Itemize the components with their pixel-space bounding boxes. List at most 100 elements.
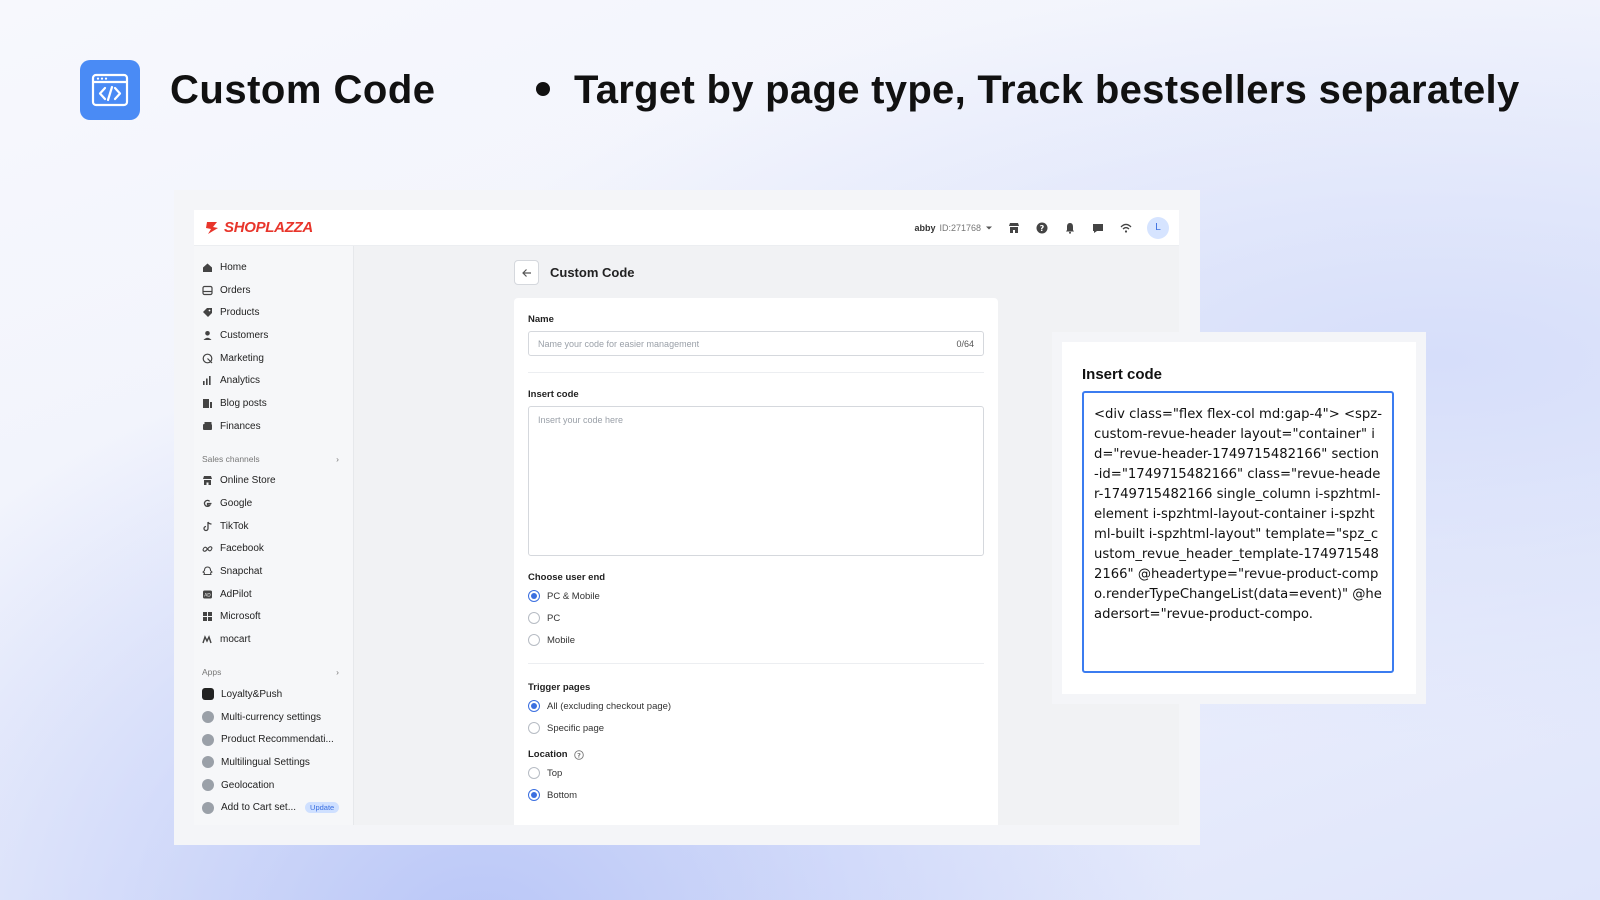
back-button[interactable] <box>514 260 539 285</box>
sidebar-item-loyalty-push[interactable]: Loyalty&Push <box>194 683 353 706</box>
home-icon <box>202 262 213 273</box>
sidebar-item-blog-posts[interactable]: Blog posts <box>194 392 353 415</box>
sidebar-item-facebook[interactable]: Facebook <box>194 538 353 561</box>
sales-channels-header[interactable]: Sales channels › <box>194 448 353 470</box>
sidebar-item-tiktok[interactable]: TikTok <box>194 515 353 538</box>
sidebar-item-multi-currency-settings[interactable]: Multi-currency settings <box>194 706 353 729</box>
radio-button[interactable] <box>528 612 540 624</box>
radio-label: PC <box>547 612 561 624</box>
sidebar-item-multilingual-settings[interactable]: Multilingual Settings <box>194 751 353 774</box>
name-counter: 0/64 <box>956 338 974 349</box>
top-bar: SHOPLAZZA abby ID:271768 ? L <box>194 210 1179 246</box>
snapchat-icon <box>202 566 213 577</box>
bullet-dot <box>536 82 550 96</box>
sidebar-item-orders[interactable]: Orders <box>194 279 353 302</box>
sidebar-item-geolocation[interactable]: Geolocation <box>194 774 353 797</box>
store-icon <box>202 475 213 486</box>
wifi-icon[interactable] <box>1119 221 1133 235</box>
help-icon[interactable]: ? <box>1035 221 1049 235</box>
shoplazza-logo-icon <box>206 221 218 234</box>
trigger-option-all-excluding-checkout-page[interactable]: All (excluding checkout page) <box>528 695 984 717</box>
location-label: Location <box>528 749 568 760</box>
chevron-right-icon: › <box>336 667 339 677</box>
bell-icon[interactable] <box>1063 221 1077 235</box>
meta-icon <box>202 543 213 554</box>
sidebar-item-label: Customers <box>220 329 269 341</box>
update-badge: Update <box>305 802 340 814</box>
sidebar-item-google[interactable]: Google <box>194 492 353 515</box>
apps-header[interactable]: Apps › <box>194 661 353 683</box>
sidebar-item-home[interactable]: Home <box>194 256 353 279</box>
radio-label: Bottom <box>547 789 578 801</box>
user-end-option-mobile[interactable]: Mobile <box>528 629 984 651</box>
tiktok-icon <box>202 521 213 532</box>
sidebar-item-label: Online Store <box>220 475 276 487</box>
sidebar-item-label: Products <box>220 307 260 319</box>
sidebar-item-product-recommendati[interactable]: Product Recommendati... <box>194 728 353 751</box>
message-icon[interactable] <box>1091 221 1105 235</box>
svg-text:?: ? <box>577 751 581 759</box>
person-icon <box>202 330 213 341</box>
admin-screenshot-frame: SHOPLAZZA abby ID:271768 ? L Home Orders… <box>174 190 1200 845</box>
sidebar-item-adpilot[interactable]: AD AdPilot <box>194 583 353 606</box>
app-icon <box>202 711 214 724</box>
adpilot-icon: AD <box>202 589 213 600</box>
sidebar-item-label: Google <box>220 498 253 510</box>
radio-label: Specific page <box>547 722 605 734</box>
sidebar-item-snapchat[interactable]: Snapchat <box>194 560 353 583</box>
sidebar-item-analytics[interactable]: Analytics <box>194 369 353 392</box>
orders-icon <box>202 285 213 296</box>
user-end-option-pc[interactable]: PC <box>528 607 984 629</box>
code-input[interactable]: <div class="flex flex-col md:gap-4"> <sp… <box>1082 391 1394 673</box>
insert-code-popout: Insert code <div class="flex flex-col md… <box>1052 332 1426 704</box>
app-icon <box>202 688 214 701</box>
chevron-right-icon: › <box>336 453 339 464</box>
trigger-pages-label: Trigger pages <box>528 682 591 693</box>
store-switcher[interactable]: abby ID:271768 <box>914 223 993 233</box>
sidebar-item-mocart[interactable]: mocart <box>194 628 353 651</box>
sidebar-item-label: Facebook <box>220 543 264 555</box>
sales-channels-title: Sales channels <box>202 453 260 464</box>
sidebar-item-marketing[interactable]: Marketing <box>194 347 353 370</box>
sidebar-item-microsoft[interactable]: Microsoft <box>194 606 353 629</box>
radio-button[interactable] <box>528 634 540 646</box>
sidebar-item-finances[interactable]: Finances <box>194 415 353 438</box>
name-label: Name <box>528 314 554 325</box>
app-icon <box>202 801 214 814</box>
sidebar-item-label: Microsoft <box>220 611 261 623</box>
logo-text: SHOPLAZZA <box>224 219 313 236</box>
radio-button[interactable] <box>528 590 540 602</box>
sidebar-item-label: Marketing <box>220 352 264 364</box>
help-circle-icon[interactable]: ? <box>573 749 584 760</box>
sidebar-item-add-to-cart-set[interactable]: Add to Cart set... Update <box>194 796 353 819</box>
arrow-left-icon <box>521 268 531 277</box>
microsoft-icon <box>202 611 213 622</box>
radio-button[interactable] <box>528 789 540 801</box>
sidebar: Home Orders Products Customers Marketing Anal… <box>194 246 354 825</box>
radio-button[interactable] <box>528 700 540 712</box>
sidebar-item-label: Snapchat <box>220 566 263 578</box>
location-option-bottom[interactable]: Bottom <box>528 784 984 806</box>
name-input[interactable]: Name your code for easier management 0/6… <box>528 331 984 356</box>
hero-subtitle: Target by page type, Track bestsellers s… <box>574 68 1520 112</box>
radio-button[interactable] <box>528 767 540 779</box>
marketing-icon <box>202 353 213 364</box>
sidebar-item-products[interactable]: Products <box>194 301 353 324</box>
code-textarea[interactable]: Insert your code here <box>528 406 984 556</box>
user-end-option-pc-mobile[interactable]: PC & Mobile <box>528 585 984 607</box>
popout-label: Insert code <box>1082 366 1163 383</box>
mocart-icon <box>202 634 213 645</box>
page-title: Custom Code <box>550 265 635 280</box>
sidebar-item-online-store[interactable]: Online Store <box>194 470 353 493</box>
location-option-top[interactable]: Top <box>528 762 984 784</box>
radio-button[interactable] <box>528 722 540 734</box>
trigger-option-specific-page[interactable]: Specific page <box>528 717 984 739</box>
location-label-row: Location ? <box>528 749 984 760</box>
storefront-icon[interactable] <box>1007 221 1021 235</box>
store-id: ID:271768 <box>939 222 981 233</box>
avatar[interactable]: L <box>1147 216 1169 239</box>
radio-label: Top <box>547 767 563 779</box>
shoplazza-logo[interactable]: SHOPLAZZA <box>204 219 313 236</box>
sidebar-item-customers[interactable]: Customers <box>194 324 353 347</box>
code-window-icon <box>80 60 140 120</box>
